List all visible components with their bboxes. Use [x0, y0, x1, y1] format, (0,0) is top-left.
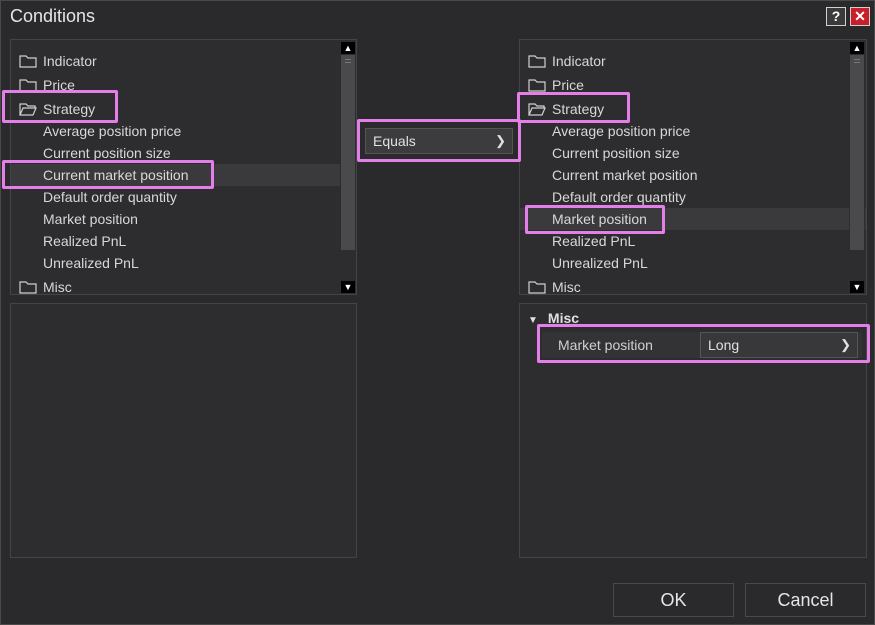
scroll-up-icon[interactable]: ▲ [341, 42, 355, 54]
tree-folder-strategy[interactable]: Strategy [11, 98, 356, 120]
tree-item-label: Default order quantity [43, 189, 177, 205]
chevron-down-icon: ❯ [495, 133, 506, 148]
left-condition-tree: Indicator Price Strategy Average positio… [10, 39, 357, 295]
tree-item-label: Current market position [43, 167, 189, 183]
tree-folder-indicator[interactable]: Indicator [11, 50, 356, 72]
tree-item-market-position[interactable]: Market position [11, 208, 356, 230]
tree-item-label: Market position [43, 211, 138, 227]
market-position-value: Long [708, 337, 740, 353]
folder-open-icon [528, 103, 546, 116]
tree-item-label: Misc [43, 279, 72, 295]
tree-item-current-position-size[interactable]: Current position size [11, 142, 356, 164]
tree-folder-misc[interactable]: Misc [11, 276, 356, 295]
market-position-select[interactable]: Long ❯ [700, 332, 858, 358]
scroll-up-icon[interactable]: ▲ [850, 42, 864, 54]
scroll-down-icon[interactable]: ▼ [341, 281, 355, 293]
tree-item-label: Realized PnL [43, 233, 127, 249]
tree-item-average-position-price[interactable]: Average position price [11, 120, 356, 142]
ok-button[interactable]: OK [613, 583, 734, 617]
tree-folder-price[interactable]: Price [11, 74, 356, 96]
operator-select[interactable]: Equals ❯ [365, 128, 513, 154]
tree-item-label: Current market position [552, 167, 698, 183]
misc-section-header[interactable]: ▼ Misc [528, 308, 579, 328]
tree-item-label: Unrealized PnL [43, 255, 139, 271]
tree-folder-misc[interactable]: Misc [520, 276, 866, 295]
tree-item-unrealized-pnl[interactable]: Unrealized PnL [520, 252, 866, 274]
tree-item-market-position[interactable]: Market position [520, 208, 866, 230]
tree-item-average-position-price[interactable]: Average position price [520, 120, 866, 142]
tree-item-realized-pnl[interactable]: Realized PnL [520, 230, 866, 252]
folder-icon [19, 79, 37, 92]
left-properties-panel [10, 303, 357, 558]
tree-item-current-position-size[interactable]: Current position size [520, 142, 866, 164]
tree-folder-indicator[interactable]: Indicator [520, 50, 866, 72]
tree-item-realized-pnl[interactable]: Realized PnL [11, 230, 356, 252]
cancel-button[interactable]: Cancel [745, 583, 866, 617]
help-button[interactable]: ? [826, 7, 846, 26]
title-bar: Conditions ? ✕ [1, 1, 874, 31]
scroll-down-icon[interactable]: ▼ [850, 281, 864, 293]
tree-item-label: Indicator [552, 53, 606, 69]
tree-folder-price[interactable]: Price [520, 74, 866, 96]
tree-item-label: Unrealized PnL [552, 255, 648, 271]
tree-item-label: Price [43, 77, 75, 93]
collapse-triangle-icon: ▼ [528, 315, 538, 326]
conditions-window: Conditions ? ✕ Indicator Price Strategy … [0, 0, 875, 625]
tree-item-label: Average position price [43, 123, 182, 139]
tree-item-default-order-quantity[interactable]: Default order quantity [520, 186, 866, 208]
tree-item-label: Realized PnL [552, 233, 636, 249]
folder-open-icon [19, 103, 37, 116]
folder-icon [19, 55, 37, 68]
folder-icon [528, 55, 546, 68]
right-condition-tree: Indicator Price Strategy Average positio… [519, 39, 867, 295]
folder-icon [528, 281, 546, 294]
scroll-thumb[interactable] [850, 55, 864, 250]
tree-item-label: Market position [552, 211, 647, 227]
scroll-thumb[interactable] [341, 55, 355, 250]
tree-item-label: Misc [552, 279, 581, 295]
close-button[interactable]: ✕ [850, 7, 870, 26]
tree-item-current-market-position[interactable]: Current market position [520, 164, 866, 186]
tree-item-unrealized-pnl[interactable]: Unrealized PnL [11, 252, 356, 274]
tree-item-label: Indicator [43, 53, 97, 69]
right-properties-panel: ▼ Misc Market position Long ❯ [519, 303, 867, 558]
tree-item-label: Price [552, 77, 584, 93]
tree-item-label: Strategy [43, 101, 96, 117]
section-label: Misc [547, 310, 580, 326]
tree-folder-strategy[interactable]: Strategy [520, 98, 866, 120]
tree-item-label: Strategy [552, 101, 605, 117]
tree-item-label: Average position price [552, 123, 691, 139]
tree-item-default-order-quantity[interactable]: Default order quantity [11, 186, 356, 208]
property-label: Market position [558, 337, 653, 353]
folder-icon [528, 79, 546, 92]
chevron-down-icon: ❯ [840, 337, 851, 352]
property-row-market-position: Market position Long ❯ [542, 332, 862, 358]
right-tree-scrollbar[interactable]: ▲ ▼ [849, 40, 865, 294]
tree-item-current-market-position[interactable]: Current market position [11, 164, 356, 186]
tree-item-label: Default order quantity [552, 189, 686, 205]
tree-item-label: Current position size [43, 145, 171, 161]
operator-value: Equals [373, 133, 416, 149]
folder-icon [19, 281, 37, 294]
window-title: Conditions [10, 6, 96, 26]
tree-item-label: Current position size [552, 145, 680, 161]
left-tree-scrollbar[interactable]: ▲ ▼ [340, 40, 356, 294]
